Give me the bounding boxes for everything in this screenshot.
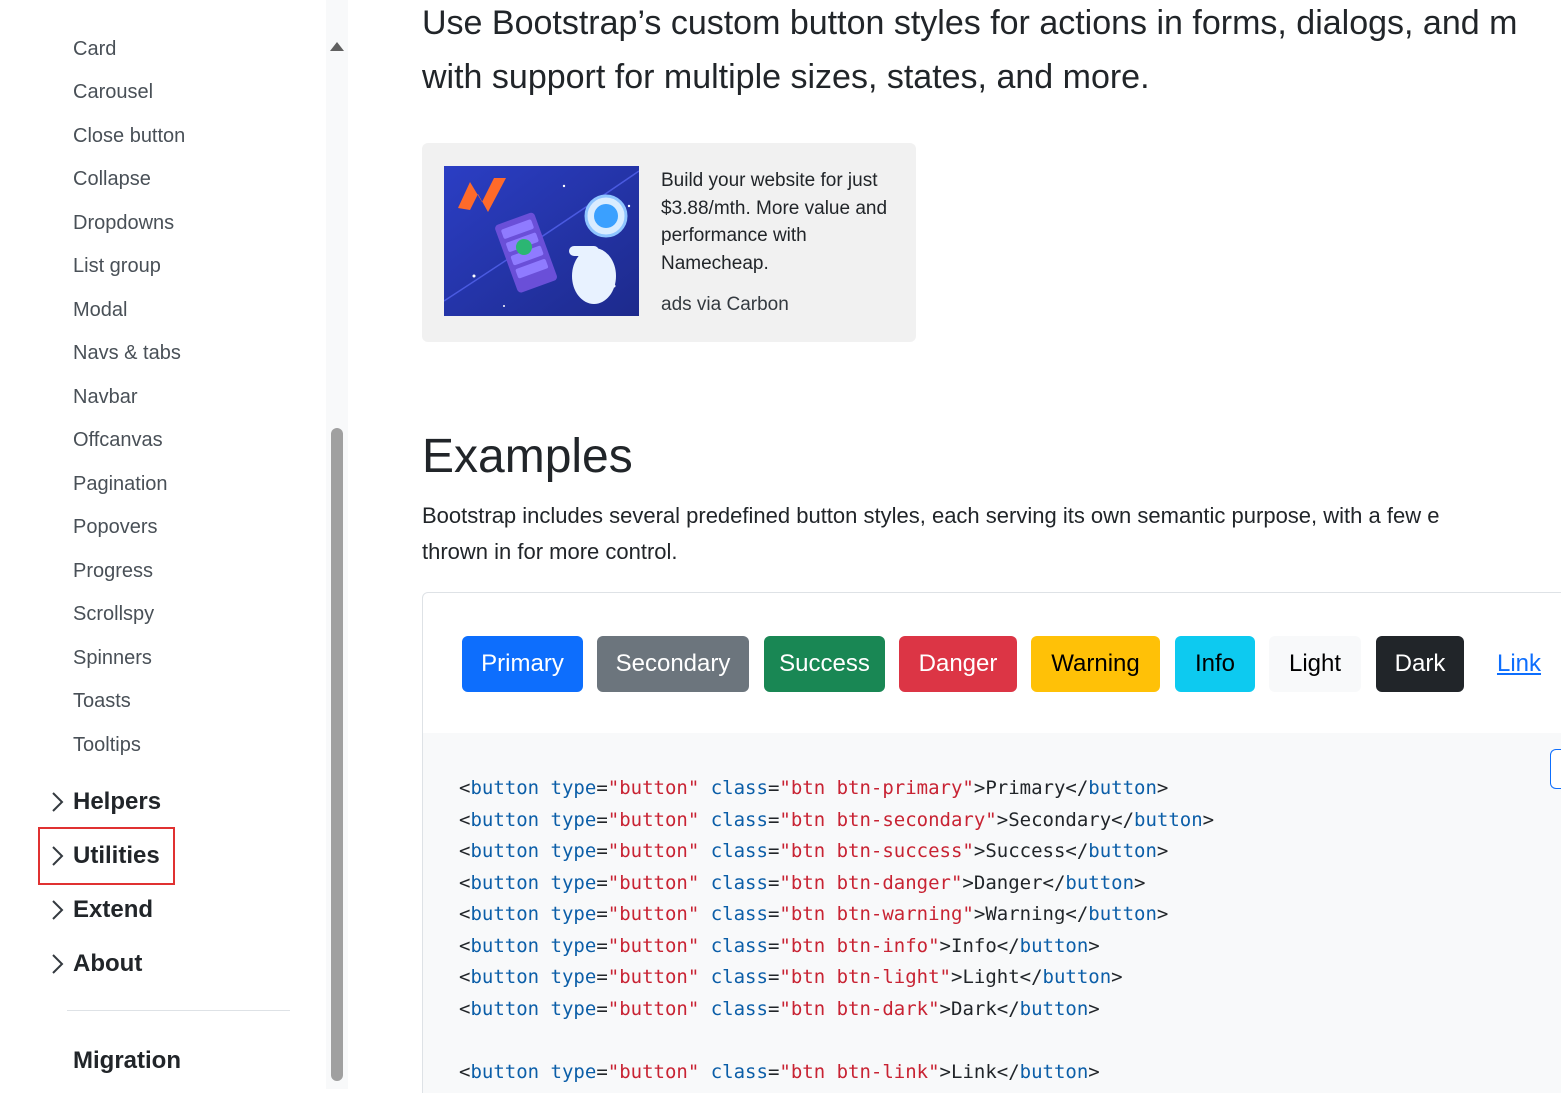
sidebar-item-dropdowns[interactable]: Dropdowns [73, 211, 174, 235]
sidebar-group-about[interactable]: About [50, 950, 142, 978]
sidebar-item-scrollspy[interactable]: Scrollspy [73, 602, 154, 626]
sidebar-item-collapse[interactable]: Collapse [73, 167, 151, 191]
description-line: thrown in for more control. [422, 539, 678, 564]
ad-text[interactable]: Build your website for just $3.88/mth. M… [661, 167, 891, 277]
code-line: <button type="button" class="btn btn-suc… [459, 840, 1169, 862]
ad-image[interactable] [444, 166, 639, 316]
lead-paragraph: Use Bootstrap’s custom button styles for… [422, 0, 1561, 104]
scroll-up-arrow-icon[interactable] [330, 42, 344, 51]
sidebar-item-close-button[interactable]: Close button [73, 124, 185, 148]
scrollbar-thumb[interactable] [331, 428, 343, 1081]
lead-line: Use Bootstrap’s custom button styles for… [422, 4, 1518, 42]
sidebar-item-navs-tabs[interactable]: Navs & tabs [73, 341, 181, 365]
sidebar-nav: Card Carousel Close button Collapse Drop… [0, 0, 350, 1089]
code-snippet: <button type="button" class="btn btn-pri… [422, 733, 1561, 1093]
sidebar-item-carousel[interactable]: Carousel [73, 80, 153, 104]
sidebar-item-migration[interactable]: Migration [73, 1047, 181, 1075]
code-line: <button type="button" class="btn btn-war… [459, 903, 1169, 925]
sidebar-item-popovers[interactable]: Popovers [73, 515, 158, 539]
sidebar-item-tooltips[interactable]: Tooltips [73, 733, 141, 757]
code-line: <button type="button" class="btn btn-sec… [459, 808, 1215, 831]
chevron-right-icon [50, 788, 73, 816]
code-line: <button type="button" class="btn btn-lig… [459, 966, 1123, 988]
example-preview: Primary Secondary Success Danger Warning… [422, 592, 1561, 734]
warning-button[interactable]: Warning [1031, 636, 1160, 692]
code-line: <button type="button" class="btn btn-pri… [459, 777, 1169, 799]
sidebar-item-list-group[interactable]: List group [73, 254, 161, 278]
code-block: <button type="button" class="btn btn-pri… [459, 773, 1214, 1088]
sidebar-item-pagination[interactable]: Pagination [73, 472, 168, 496]
info-button[interactable]: Info [1175, 636, 1255, 692]
code-line: <button type="button" class="btn btn-dar… [459, 997, 1100, 1020]
chevron-right-icon [50, 896, 73, 924]
sidebar-group-helpers[interactable]: Helpers [50, 788, 161, 816]
link-button[interactable]: Link [1479, 636, 1559, 692]
code-line: <button type="button" class="btn btn-dan… [459, 871, 1146, 894]
dark-button[interactable]: Dark [1376, 636, 1464, 692]
sidebar-item-navbar[interactable]: Navbar [73, 385, 137, 409]
primary-button[interactable]: Primary [462, 636, 583, 692]
success-button[interactable]: Success [764, 636, 885, 692]
main-content: Use Bootstrap’s custom button styles for… [422, 0, 1561, 1093]
sidebar-item-offcanvas[interactable]: Offcanvas [73, 428, 163, 452]
lead-line: with support for multiple sizes, states,… [422, 58, 1150, 96]
light-button[interactable]: Light [1269, 636, 1361, 692]
sidebar-item-modal[interactable]: Modal [73, 298, 127, 322]
secondary-button[interactable]: Secondary [597, 636, 749, 692]
copy-button[interactable] [1550, 749, 1561, 789]
danger-button[interactable]: Danger [899, 636, 1017, 692]
sidebar-group-label: Helpers [73, 788, 162, 815]
carbon-ad[interactable]: Build your website for just $3.88/mth. M… [422, 143, 916, 342]
ad-via-carbon[interactable]: ads via Carbon [661, 294, 789, 316]
sidebar-item-progress[interactable]: Progress [73, 559, 153, 583]
section-title: Examples [422, 430, 633, 483]
sidebar-group-extend[interactable]: Extend [50, 896, 153, 924]
code-line: <button type="button" class="btn btn-inf… [459, 934, 1100, 957]
sidebar-item-spinners[interactable]: Spinners [73, 646, 152, 670]
sidebar-item-toasts[interactable]: Toasts [73, 689, 131, 713]
chevron-right-icon [50, 950, 73, 978]
highlight-box [38, 827, 175, 885]
sidebar-item-card[interactable]: Card [73, 37, 116, 61]
sidebar-group-label: About [73, 950, 143, 977]
code-line: <button type="button" class="btn btn-lin… [459, 1060, 1100, 1083]
sidebar-divider [67, 1010, 290, 1011]
section-description: Bootstrap includes several predefined bu… [422, 498, 1561, 570]
description-line: Bootstrap includes several predefined bu… [422, 503, 1440, 528]
sidebar-group-label: Extend [73, 896, 154, 923]
